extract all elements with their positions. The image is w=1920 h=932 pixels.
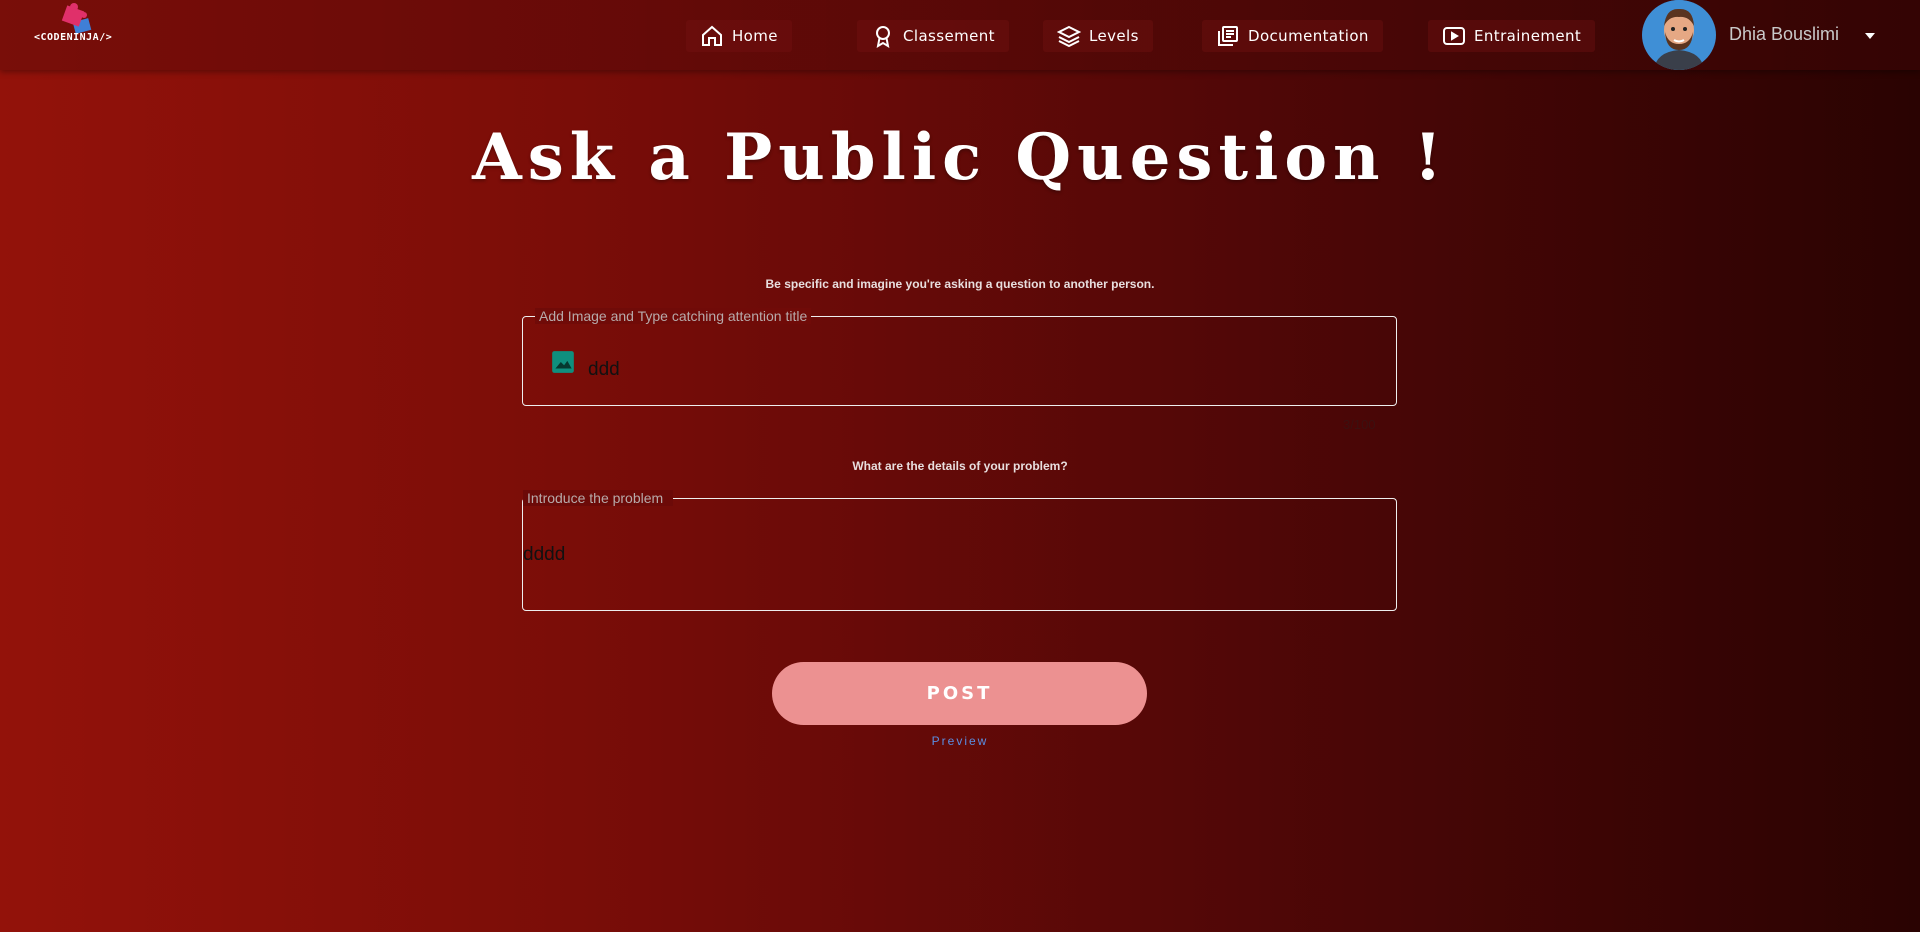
problem-field[interactable]: Introduce the problem dddd	[522, 490, 1397, 611]
problem-textarea[interactable]: dddd	[523, 544, 565, 566]
problem-field-legend: Introduce the problem	[523, 490, 674, 506]
title-char-counter: 3/100	[1343, 417, 1376, 432]
post-button[interactable]: POST	[772, 662, 1147, 725]
layers-icon	[1057, 25, 1081, 48]
title-field-legend: Add Image and Type catching attention ti…	[535, 308, 812, 324]
nav-classement-label: Classement	[903, 27, 995, 45]
navbar: <CODENINJA/> Home Classement Levels Docu…	[0, 0, 1920, 70]
home-icon	[702, 25, 722, 46]
nav-classement[interactable]: Classement	[857, 20, 1009, 52]
image-icon[interactable]	[550, 349, 576, 375]
nav-home-label: Home	[732, 27, 778, 45]
avatar[interactable]	[1642, 0, 1716, 70]
page-title: Ask a Public Question !	[472, 120, 1448, 195]
user-name[interactable]: Dhia Bouslimi	[1729, 24, 1839, 45]
title-input[interactable]: ddd	[588, 359, 620, 381]
logo-text: <CODENINJA/>	[34, 32, 113, 43]
nav-levels[interactable]: Levels	[1043, 20, 1153, 52]
title-hint: Be specific and imagine you're asking a …	[765, 277, 1155, 291]
preview-link: Preview	[0, 734, 1920, 748]
logo[interactable]: <CODENINJA/>	[34, 2, 134, 48]
nav-documentation-label: Documentation	[1248, 27, 1369, 45]
library-icon	[1218, 26, 1238, 46]
details-hint: What are the details of your problem?	[852, 459, 1068, 473]
nav-home[interactable]: Home	[686, 20, 792, 52]
nav-entrainement-label: Entrainement	[1474, 27, 1582, 45]
preview-link-label[interactable]: Preview	[932, 734, 989, 748]
video-play-icon	[1443, 27, 1465, 45]
nav-levels-label: Levels	[1089, 27, 1139, 45]
caret-down-icon[interactable]	[1862, 28, 1878, 44]
user-avatar-icon	[1644, 0, 1714, 70]
nav-entrainement[interactable]: Entrainement	[1428, 20, 1596, 52]
title-field[interactable]: Add Image and Type catching attention ti…	[522, 308, 1397, 406]
award-icon	[876, 26, 890, 48]
nav-documentation[interactable]: Documentation	[1202, 20, 1383, 52]
puzzle-logo-icon	[61, 3, 92, 34]
